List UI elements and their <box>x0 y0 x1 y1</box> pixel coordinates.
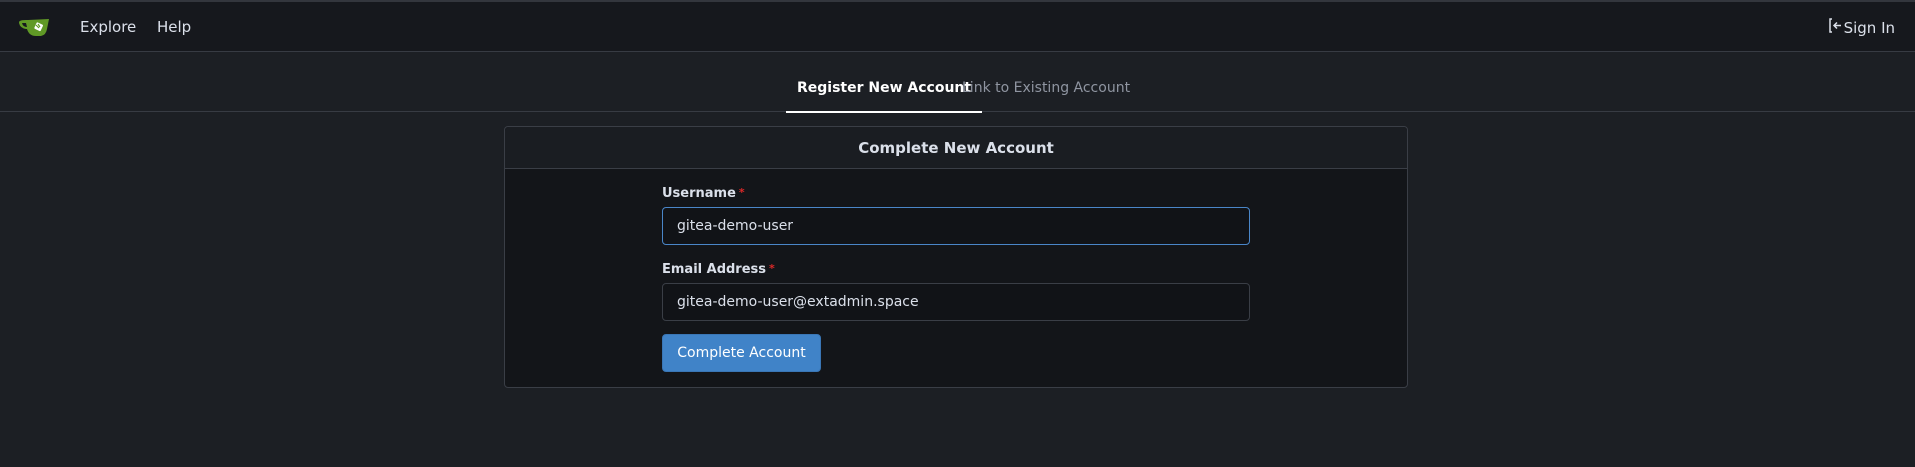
account-tabs: Register New Account Link to Existing Ac… <box>0 52 1915 113</box>
gitea-logo-icon[interactable] <box>18 15 50 39</box>
page: Explore Help Sign In Register New Accoun… <box>0 0 1915 467</box>
username-label-text: Username <box>662 186 736 201</box>
complete-account-button[interactable]: Complete Account <box>662 334 821 372</box>
email-label: Email Address * <box>662 262 775 277</box>
tab-link-existing-account[interactable]: Link to Existing Account <box>951 80 1141 112</box>
username-label: Username * <box>662 186 745 201</box>
card-title: Complete New Account <box>505 127 1407 169</box>
nav-explore-link[interactable]: Explore <box>80 18 136 36</box>
sign-in-button[interactable]: Sign In <box>1828 18 1895 37</box>
username-input[interactable] <box>662 207 1250 245</box>
sign-in-label: Sign In <box>1843 18 1895 37</box>
email-input[interactable] <box>662 283 1250 321</box>
required-marker: * <box>738 186 745 199</box>
top-navbar: Explore Help Sign In <box>0 0 1915 52</box>
sign-in-icon <box>1828 18 1842 37</box>
complete-account-card: Complete New Account Username* Email Add… <box>504 126 1408 388</box>
nav-help-link[interactable]: Help <box>157 18 191 36</box>
required-marker: * <box>769 262 775 275</box>
email-label-text: Email Address <box>662 262 767 277</box>
